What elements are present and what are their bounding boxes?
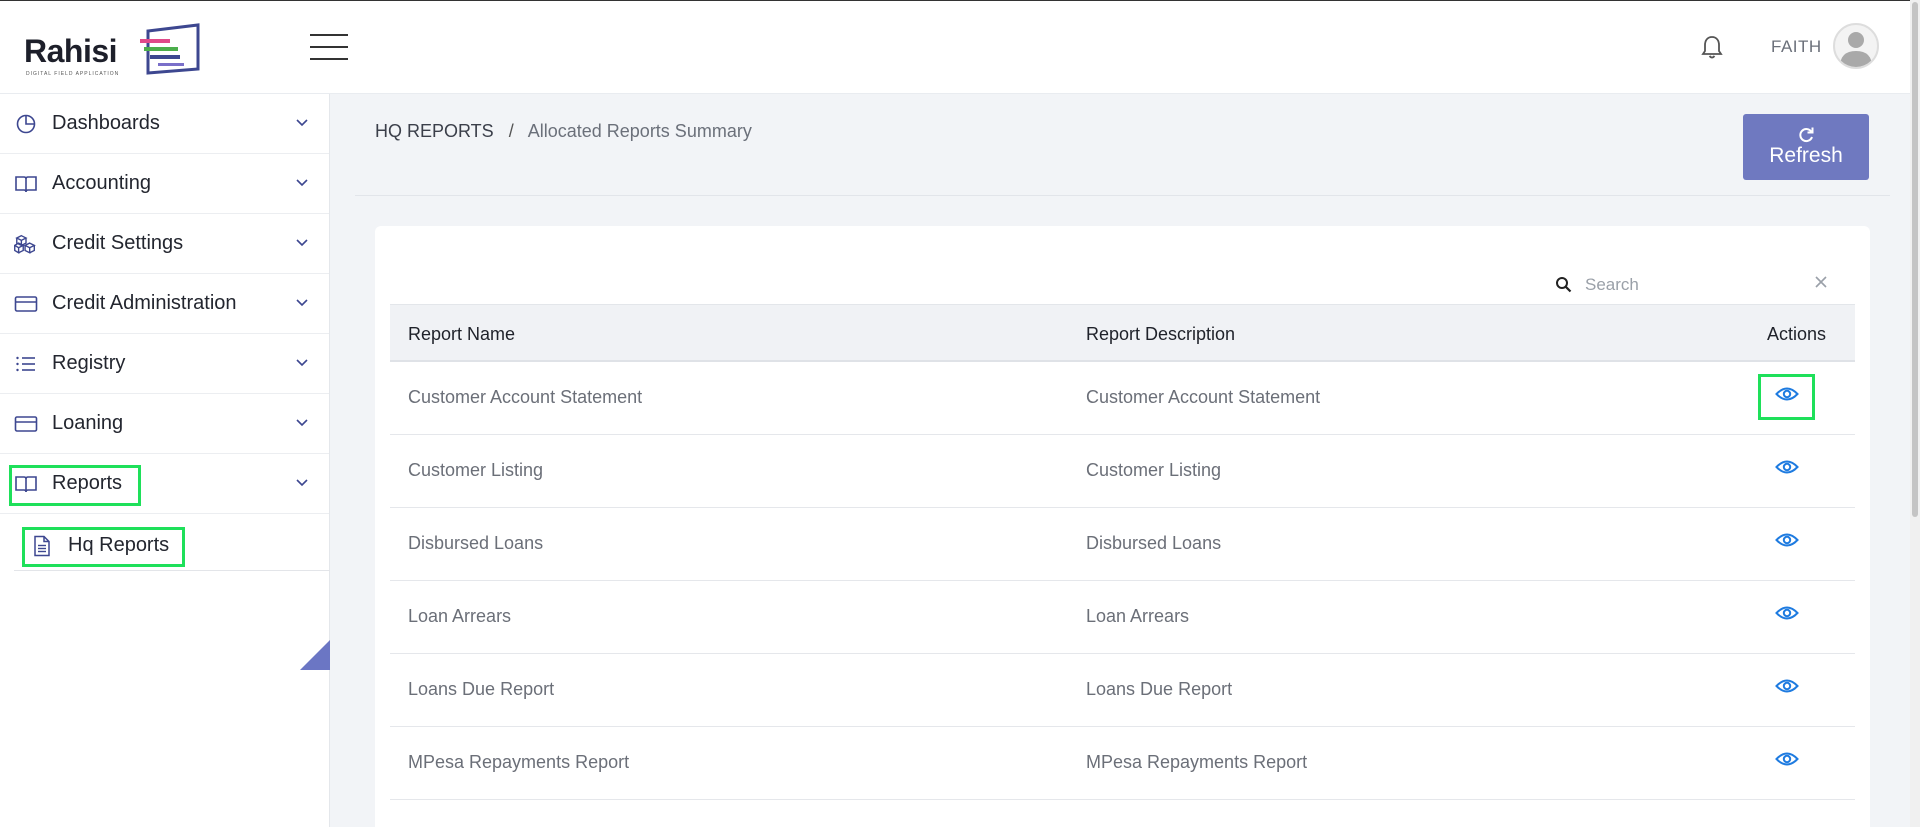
sidebar-item-label: Registry — [52, 352, 126, 374]
list-icon — [14, 352, 38, 376]
clear-search-icon[interactable] — [1813, 274, 1829, 290]
sidebar-item-reports[interactable]: Reports — [0, 454, 329, 514]
top-header: Rahisi DIGITAL FIELD APPLICATION FAITH — [0, 0, 1920, 94]
refresh-icon — [1799, 127, 1814, 143]
notification-bell-icon[interactable] — [1700, 34, 1724, 60]
boxes-icon — [14, 232, 38, 256]
chevron-down-icon — [296, 179, 308, 187]
report-description-cell: Customer Listing — [1086, 460, 1222, 480]
page-scrollbar[interactable] — [1910, 0, 1920, 827]
view-eye-icon[interactable] — [1775, 385, 1799, 403]
chevron-down-icon — [296, 479, 308, 487]
menu-toggle-button[interactable] — [310, 34, 348, 60]
book-open-icon — [14, 172, 38, 196]
logo-subtitle: DIGITAL FIELD APPLICATION — [26, 71, 120, 77]
user-name[interactable]: FAITH — [1771, 37, 1822, 57]
report-description-cell: Customer Account Statement — [1086, 387, 1321, 407]
refresh-label: Refresh — [1769, 144, 1843, 167]
credit-card-icon — [14, 412, 38, 436]
sidebar-item-dashboards[interactable]: Dashboards — [0, 94, 329, 154]
breadcrumb: HQ REPORTS / Allocated Reports Summary — [375, 121, 752, 142]
report-name-cell: Customer Account Statement — [408, 387, 643, 407]
credit-card-icon — [14, 292, 38, 316]
report-name-cell: Disbursed Loans — [408, 533, 544, 553]
table-row: Customer Account Statement Customer Acco… — [390, 362, 1855, 435]
sidebar-item-label: Loaning — [52, 412, 124, 434]
report-description-cell: Loans Due Report — [1086, 679, 1233, 699]
sidebar-item-credit-administration[interactable]: Credit Administration — [0, 274, 329, 334]
hamburger-line — [310, 34, 348, 36]
column-header-actions: Actions — [1767, 324, 1827, 344]
table-row: Customer Listing Customer Listing — [390, 435, 1855, 508]
report-description-cell: Disbursed Loans — [1086, 533, 1222, 553]
breadcrumb-section[interactable]: HQ REPORTS — [375, 121, 494, 141]
table-row: Loans Due Report Loans Due Report — [390, 654, 1855, 727]
sidebar-item-label: Accounting — [52, 172, 151, 194]
logo-text: Rahisi — [24, 33, 118, 69]
sidebar-subitem-label: Hq Reports — [68, 534, 170, 556]
view-eye-icon[interactable] — [1775, 677, 1799, 695]
report-name-cell: MPesa Repayments Report — [408, 752, 630, 772]
header-divider — [355, 195, 1890, 196]
sidebar-item-accounting[interactable]: Accounting — [0, 154, 329, 214]
sidebar-item-loaning[interactable]: Loaning — [0, 394, 329, 454]
report-name-cell: Customer Listing — [408, 460, 544, 480]
view-eye-icon[interactable] — [1775, 750, 1799, 768]
sidebar-item-label: Credit Administration — [52, 292, 237, 314]
sidebar-item-label: Reports — [52, 472, 123, 494]
chevron-down-icon — [296, 119, 308, 127]
report-description-cell: MPesa Repayments Report — [1086, 752, 1308, 772]
search-input[interactable] — [1585, 275, 1805, 295]
report-description-cell: Loan Arrears — [1086, 606, 1190, 626]
view-eye-icon[interactable] — [1775, 458, 1799, 476]
column-header-report-description[interactable]: Report Description — [1086, 324, 1235, 345]
refresh-button[interactable]: Refresh — [1743, 114, 1869, 180]
sidebar: Dashboards Accounting Credit Settings Cr… — [0, 94, 330, 827]
report-name-cell: Loan Arrears — [408, 606, 512, 626]
table-row: MPesa Repayments Report MPesa Repayments… — [390, 727, 1855, 800]
view-eye-icon[interactable] — [1775, 604, 1799, 622]
table-row: Disbursed Loans Disbursed Loans — [390, 508, 1855, 581]
column-header-report-name[interactable]: Report Name — [408, 324, 515, 345]
chevron-down-icon — [296, 359, 308, 367]
hamburger-line — [310, 46, 348, 48]
search-icon — [1556, 277, 1572, 293]
report-name-cell: Loans Due Report — [408, 679, 555, 699]
avatar-person-icon — [1840, 32, 1872, 67]
chevron-down-icon — [296, 299, 308, 307]
sidebar-item-label: Dashboards — [52, 112, 160, 134]
user-avatar[interactable] — [1833, 23, 1879, 69]
table-header: Report Name Report Description Actions — [390, 304, 1855, 362]
sidebar-item-label: Credit Settings — [52, 232, 184, 254]
document-icon — [30, 534, 54, 558]
breadcrumb-separator: / — [508, 121, 514, 141]
chevron-down-icon — [296, 239, 308, 247]
chevron-down-icon — [296, 419, 308, 427]
view-eye-icon[interactable] — [1775, 531, 1799, 549]
book-open-icon — [14, 472, 38, 496]
table-row: Loan Arrears Loan Arrears — [390, 581, 1855, 654]
search-box[interactable] — [1555, 270, 1843, 300]
sidebar-item-credit-settings[interactable]: Credit Settings — [0, 214, 329, 274]
breadcrumb-current: Allocated Reports Summary — [527, 121, 752, 141]
pie-chart-icon — [14, 112, 38, 136]
sidebar-corner-decoration — [300, 640, 330, 670]
app-logo[interactable]: Rahisi DIGITAL FIELD APPLICATION — [24, 21, 200, 77]
logo-mark-icon — [140, 23, 200, 75]
hamburger-line — [310, 58, 348, 60]
scrollbar-thumb[interactable] — [1912, 2, 1918, 517]
sidebar-subitem-hq-reports[interactable]: Hq Reports — [14, 521, 330, 571]
sidebar-item-registry[interactable]: Registry — [0, 334, 329, 394]
